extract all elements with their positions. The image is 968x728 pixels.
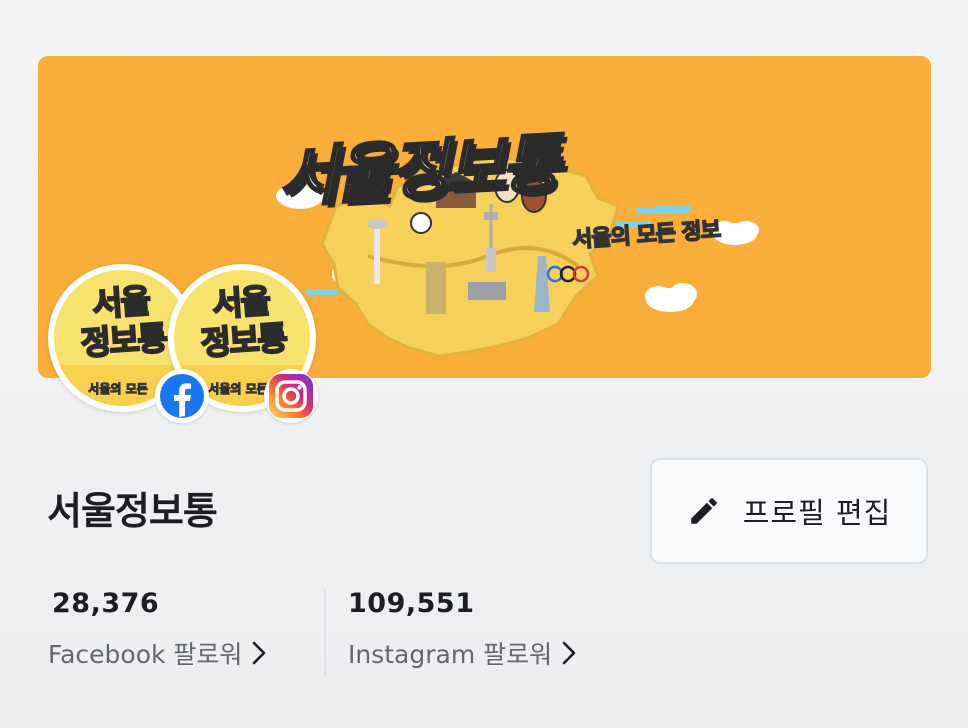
instagram-badge	[264, 369, 318, 423]
facebook-badge	[155, 369, 209, 423]
instagram-followers-label: Instagram 팔로워	[348, 640, 553, 669]
edit-profile-label: 프로필 편집	[742, 496, 892, 530]
facebook-followers-stat[interactable]: 28,376 Facebook 팔로워	[48, 588, 268, 671]
facebook-followers-label: Facebook 팔로워	[48, 640, 243, 669]
instagram-followers-stat[interactable]: 109,551 Instagram 팔로워	[348, 588, 578, 671]
facebook-followers-link[interactable]: Facebook 팔로워	[48, 635, 268, 671]
chevron-right-icon	[562, 641, 576, 665]
facebook-follower-count: 28,376	[52, 588, 160, 619]
edit-profile-button[interactable]: 프로필 편집	[650, 458, 928, 564]
pencil-icon	[690, 498, 717, 524]
facebook-icon	[160, 374, 204, 418]
instagram-follower-count: 109,551	[348, 588, 475, 619]
avatar-logo-text: 서울 정보통	[198, 280, 288, 364]
page-title: 서울정보통	[47, 489, 218, 533]
chevron-right-icon	[253, 641, 266, 665]
stats-divider	[324, 590, 326, 676]
instagram-icon	[269, 374, 313, 418]
instagram-followers-link[interactable]: Instagram 팔로워	[348, 635, 578, 671]
